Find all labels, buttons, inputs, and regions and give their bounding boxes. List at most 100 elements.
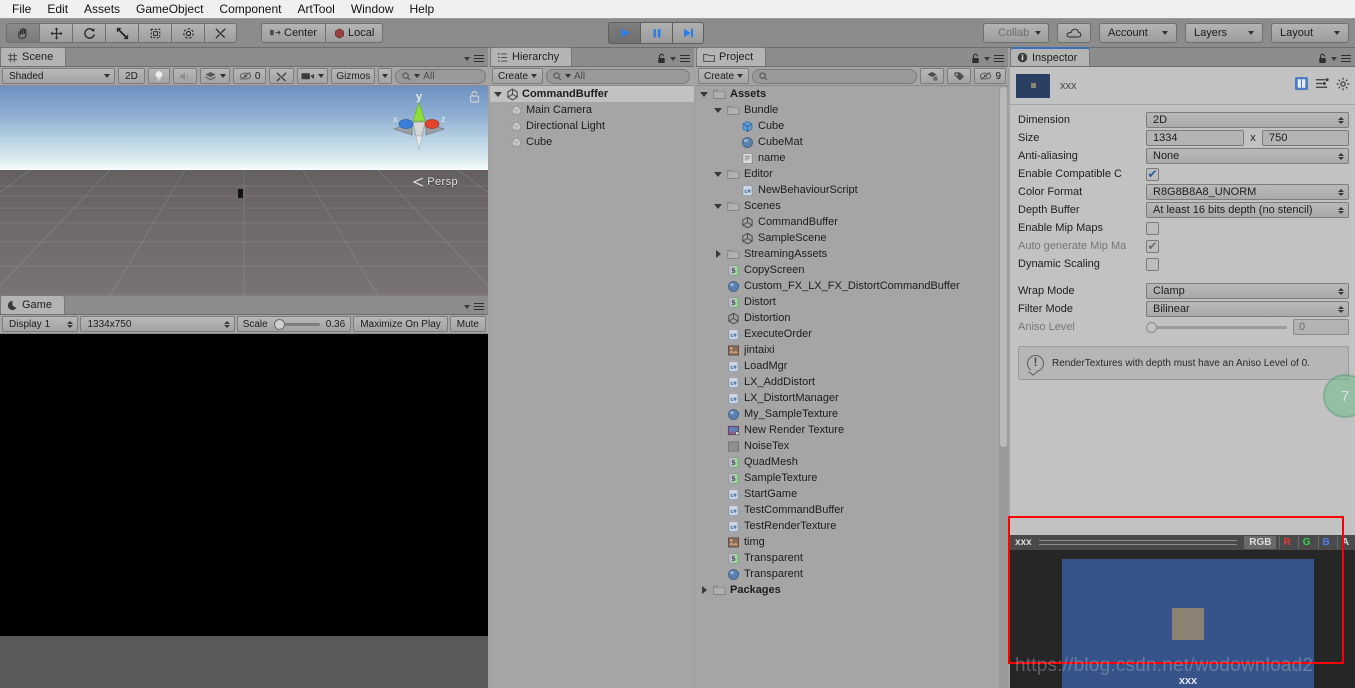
scene-viewport[interactable]: y x z Persp bbox=[0, 86, 488, 296]
antialiasing-dropdown[interactable]: None bbox=[1146, 148, 1349, 164]
project-filter-type-button[interactable] bbox=[920, 68, 945, 84]
project-item-cubemat[interactable]: CubeMat bbox=[696, 134, 1008, 150]
color-format-dropdown[interactable]: R8G8B8A8_UNORM bbox=[1146, 184, 1349, 200]
size-width-input[interactable]: 1334 bbox=[1146, 130, 1244, 146]
play-button[interactable] bbox=[608, 22, 640, 44]
menu-item-file[interactable]: File bbox=[4, 0, 39, 18]
scene-effects-toggle[interactable] bbox=[199, 68, 230, 84]
project-item-distort[interactable]: S Distort bbox=[696, 294, 1008, 310]
project-item-quadmesh[interactable]: S QuadMesh bbox=[696, 454, 1008, 470]
scene-hidden-objects-toggle[interactable]: 0 bbox=[232, 68, 267, 84]
hierarchy-item-commandbuffer[interactable]: CommandBuffer bbox=[490, 86, 694, 102]
hand-tool-button[interactable] bbox=[6, 23, 39, 43]
channel-a-button[interactable]: A bbox=[1336, 536, 1353, 549]
menu-item-gameobject[interactable]: GameObject bbox=[128, 0, 211, 18]
channel-r-button[interactable]: R bbox=[1278, 536, 1295, 549]
tab-game[interactable]: Game bbox=[0, 295, 65, 314]
project-item-name[interactable]: name bbox=[696, 150, 1008, 166]
game-scale-control[interactable]: Scale 0.36 bbox=[236, 316, 352, 332]
project-item-startgame[interactable]: c# StartGame bbox=[696, 486, 1008, 502]
channel-g-button[interactable]: G bbox=[1297, 536, 1315, 549]
wrap-mode-dropdown[interactable]: Clamp bbox=[1146, 283, 1349, 299]
project-item-streamingassets[interactable]: StreamingAssets bbox=[696, 246, 1008, 262]
channel-rgb-button[interactable]: RGB bbox=[1244, 536, 1276, 549]
project-item-transparent[interactable]: S Transparent bbox=[696, 550, 1008, 566]
lock-icon[interactable] bbox=[971, 53, 980, 64]
size-height-input[interactable]: 750 bbox=[1262, 130, 1349, 146]
project-item-scenes[interactable]: Scenes bbox=[696, 198, 1008, 214]
tab-hierarchy[interactable]: Hierarchy bbox=[490, 47, 573, 66]
project-item-copyscreen[interactable]: S CopyScreen bbox=[696, 262, 1008, 278]
project-item-sampletexture[interactable]: S SampleTexture bbox=[696, 470, 1008, 486]
project-item-loadmgr[interactable]: c# LoadMgr bbox=[696, 358, 1008, 374]
project-item-newbehaviourscript[interactable]: c# NewBehaviourScript bbox=[696, 182, 1008, 198]
depth-buffer-dropdown[interactable]: At least 16 bits depth (no stencil) bbox=[1146, 202, 1349, 218]
foldout-icon[interactable] bbox=[714, 170, 723, 179]
game-panel-menu[interactable] bbox=[464, 301, 484, 312]
project-item-custom-fx-lx-fx-distortcommandbuffer[interactable]: Custom_FX_LX_FX_DistortCommandBuffer bbox=[696, 278, 1008, 294]
slider-knob[interactable] bbox=[273, 318, 285, 330]
game-mute-toggle[interactable]: Mute bbox=[449, 316, 486, 332]
project-item-testrendertexture[interactable]: c# TestRenderTexture bbox=[696, 518, 1008, 534]
lock-icon[interactable] bbox=[1318, 53, 1327, 64]
hierarchy-panel-menu[interactable] bbox=[657, 53, 690, 64]
project-item-noisetex[interactable]: NoiseTex bbox=[696, 438, 1008, 454]
foldout-icon[interactable] bbox=[700, 90, 709, 99]
tab-scene[interactable]: Scene bbox=[0, 47, 67, 66]
game-display-dropdown[interactable]: Display 1 bbox=[2, 316, 79, 332]
account-button[interactable]: Account bbox=[1099, 23, 1177, 43]
project-label-filter-button[interactable] bbox=[947, 68, 972, 84]
project-item-editor[interactable]: Editor bbox=[696, 166, 1008, 182]
scene-panel-menu[interactable] bbox=[464, 53, 484, 64]
project-item-timg[interactable]: timg bbox=[696, 534, 1008, 550]
foldout-icon[interactable] bbox=[714, 202, 723, 211]
scene-lock-icon[interactable] bbox=[469, 90, 480, 106]
filter-mode-dropdown[interactable]: Bilinear bbox=[1146, 301, 1349, 317]
game-resolution-dropdown[interactable]: 1334x750 bbox=[80, 316, 235, 332]
project-item-lx-adddistort[interactable]: c# LX_AddDistort bbox=[696, 374, 1008, 390]
scene-camera-toggle[interactable] bbox=[297, 68, 329, 84]
scene-view-gizmo[interactable]: y x z bbox=[384, 88, 454, 160]
menu-item-window[interactable]: Window bbox=[343, 0, 402, 18]
scale-slider[interactable] bbox=[273, 318, 320, 330]
project-item-distortion[interactable]: Distortion bbox=[696, 310, 1008, 326]
dynamic-scaling-checkbox[interactable] bbox=[1146, 257, 1159, 271]
project-tree[interactable]: Assets Bundle Cube CubeMat name Editor c# NewBe… bbox=[696, 86, 1008, 688]
scene-lighting-toggle[interactable] bbox=[147, 68, 170, 84]
help-icon[interactable] bbox=[1294, 76, 1309, 94]
scene-2d-toggle[interactable]: 2D bbox=[118, 68, 145, 84]
gear-icon[interactable] bbox=[1336, 77, 1350, 94]
transform-tool-button[interactable] bbox=[171, 23, 204, 43]
hierarchy-item-main-camera[interactable]: Main Camera bbox=[490, 102, 694, 118]
project-item-transparent[interactable]: Transparent bbox=[696, 566, 1008, 582]
project-create-button[interactable]: Create bbox=[698, 68, 750, 84]
custom-tool-button[interactable] bbox=[204, 23, 237, 43]
hierarchy-tree[interactable]: CommandBuffer Main Camera Directional Li… bbox=[490, 86, 694, 688]
game-viewport[interactable] bbox=[0, 334, 488, 688]
menu-item-help[interactable]: Help bbox=[402, 0, 443, 18]
rotate-tool-button[interactable] bbox=[72, 23, 105, 43]
move-tool-button[interactable] bbox=[39, 23, 72, 43]
project-hidden-filter-button[interactable]: 9 bbox=[974, 68, 1006, 84]
menu-item-assets[interactable]: Assets bbox=[76, 0, 128, 18]
pause-button[interactable] bbox=[640, 22, 672, 44]
hierarchy-search-input[interactable]: All bbox=[546, 68, 690, 84]
scene-audio-toggle[interactable] bbox=[172, 68, 197, 84]
menu-item-component[interactable]: Component bbox=[211, 0, 289, 18]
project-item-testcommandbuffer[interactable]: c# TestCommandBuffer bbox=[696, 502, 1008, 518]
tab-inspector[interactable]: Inspector bbox=[1010, 47, 1091, 66]
enable-compatible-checkbox[interactable] bbox=[1146, 167, 1159, 181]
project-item-my-sampletexture[interactable]: My_SampleTexture bbox=[696, 406, 1008, 422]
project-item-new-render-texture[interactable]: New Render Texture bbox=[696, 422, 1008, 438]
project-item-cube[interactable]: Cube bbox=[696, 118, 1008, 134]
shading-mode-dropdown[interactable]: Shaded bbox=[2, 68, 116, 84]
foldout-icon[interactable] bbox=[494, 90, 503, 99]
project-item-bundle[interactable]: Bundle bbox=[696, 102, 1008, 118]
step-button[interactable] bbox=[672, 22, 704, 44]
project-panel-menu[interactable] bbox=[971, 53, 1004, 64]
hierarchy-item-cube[interactable]: Cube bbox=[490, 134, 694, 150]
cube-object-marker[interactable] bbox=[238, 189, 243, 198]
inspector-panel-menu[interactable] bbox=[1318, 53, 1351, 64]
scene-projection-label[interactable]: Persp bbox=[412, 176, 458, 188]
scene-search-input[interactable]: All bbox=[395, 68, 486, 84]
